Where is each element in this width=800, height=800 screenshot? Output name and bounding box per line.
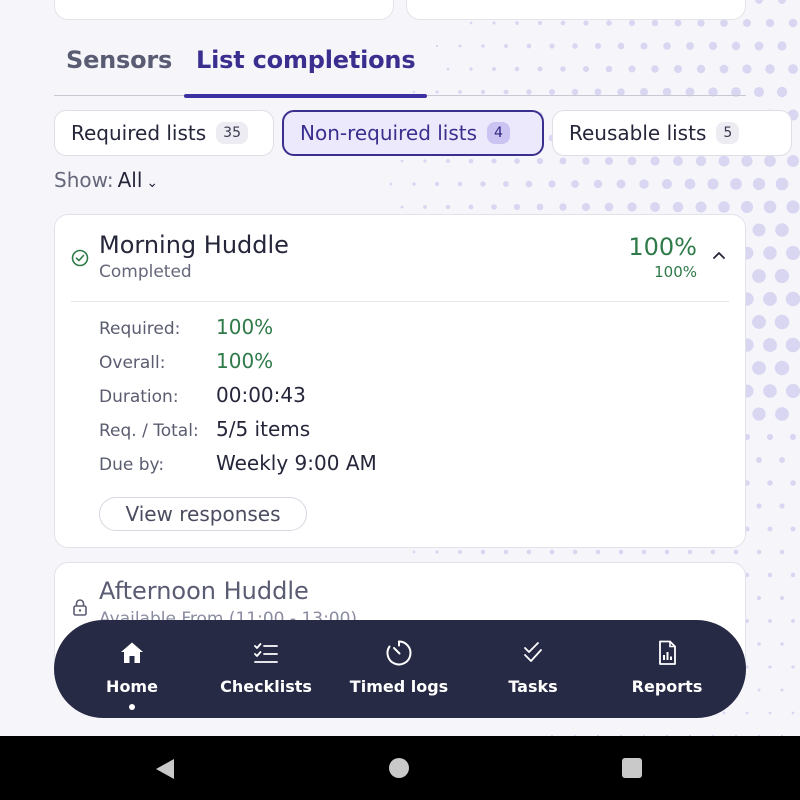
chip-count-badge: 35	[216, 122, 248, 144]
filter-chip-required-lists[interactable]: Required lists 35	[54, 110, 274, 156]
view-responses-button[interactable]: View responses	[99, 497, 307, 531]
completion-percent: 100%	[628, 233, 697, 261]
completion-percent-secondary: 100%	[654, 263, 697, 281]
filter-chips: Required lists 35 Non-required lists 4 R…	[54, 110, 800, 158]
card-title: Morning Huddle	[99, 231, 289, 259]
nav-reports[interactable]: Reports	[602, 620, 732, 718]
show-label: Show:	[54, 168, 114, 192]
chip-label: Non-required lists	[300, 121, 478, 145]
system-navigation-bar	[0, 736, 800, 800]
detail-label: Req. / Total:	[99, 421, 199, 441]
nav-checklists[interactable]: Checklists	[201, 620, 331, 718]
nav-label: Home	[106, 677, 158, 696]
detail-value: 5/5 items	[216, 417, 311, 441]
detail-value: 100%	[216, 315, 274, 339]
card-title: Afternoon Huddle	[99, 577, 309, 605]
home-icon	[121, 642, 143, 663]
detail-value: Weekly 9:00 AM	[216, 451, 377, 475]
top-card-right	[406, 0, 746, 20]
nav-label: Checklists	[220, 677, 312, 696]
nav-label: Tasks	[508, 677, 558, 696]
card-status: Completed	[99, 262, 192, 282]
checklist-icon	[254, 643, 278, 663]
filter-chip-reusable-lists[interactable]: Reusable lists 5	[552, 110, 792, 156]
recent-apps-icon[interactable]	[622, 758, 642, 778]
chip-count-badge: 4	[487, 122, 510, 144]
nav-label: Timed logs	[349, 677, 449, 696]
list-card-morning-huddle: Morning Huddle Completed 100% 100% Requi…	[54, 214, 746, 548]
detail-value: 100%	[216, 349, 274, 373]
show-filter-dropdown[interactable]: Show: All ⌄	[54, 168, 158, 192]
show-value: All	[117, 168, 143, 192]
chip-count-badge: 5	[716, 122, 740, 144]
detail-label: Duration:	[99, 387, 179, 407]
detail-label: Required:	[99, 319, 181, 339]
top-card-left	[54, 0, 394, 20]
active-indicator-dot	[129, 704, 135, 710]
filter-chip-non-required-lists[interactable]: Non-required lists 4	[282, 110, 544, 156]
tab-bar: Sensors List completions	[54, 38, 746, 98]
tab-sensors[interactable]: Sensors	[66, 46, 172, 96]
detail-label: Overall:	[99, 353, 166, 373]
chip-label: Required lists	[71, 121, 207, 145]
chip-label: Reusable lists	[569, 121, 707, 145]
double-check-icon	[524, 642, 542, 662]
tab-list-completions[interactable]: List completions	[184, 46, 428, 98]
nav-tasks[interactable]: Tasks	[468, 620, 598, 718]
chevron-down-icon: ⌄	[146, 175, 159, 191]
nav-timed-logs[interactable]: Timed logs	[334, 620, 464, 718]
nav-label: Reports	[631, 677, 703, 696]
lock-icon	[73, 599, 87, 616]
detail-value: 00:00:43	[216, 383, 306, 407]
nav-home[interactable]: Home	[67, 620, 197, 718]
home-circle-icon[interactable]	[389, 758, 409, 778]
report-document-icon	[659, 640, 676, 665]
timer-icon	[386, 640, 412, 666]
divider	[71, 301, 729, 302]
chevron-up-icon[interactable]	[711, 249, 727, 261]
check-circle-icon	[71, 249, 89, 267]
top-cards-partial	[54, 0, 746, 20]
back-icon[interactable]	[154, 758, 176, 780]
bottom-navigation: Home Checklists Timed logs Tasks Reports	[54, 620, 746, 718]
detail-label: Due by:	[99, 455, 165, 475]
